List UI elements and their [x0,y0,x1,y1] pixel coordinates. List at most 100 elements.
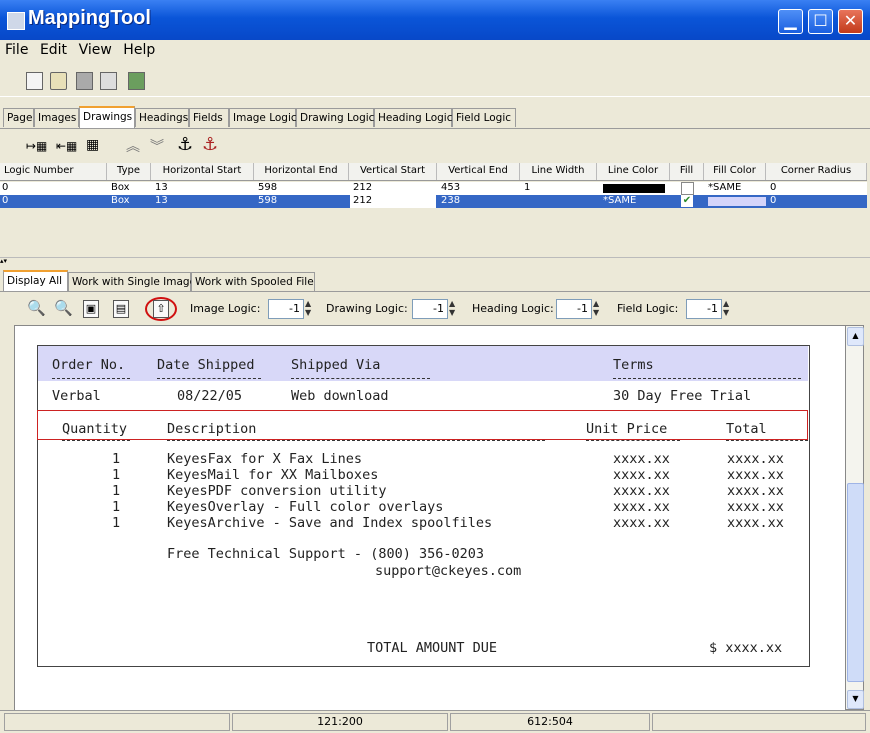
zoom-out-icon[interactable]: 🔍 [27,299,46,317]
col-vertical-end[interactable]: Vertical End [437,163,520,180]
tab-drawing-logic[interactable]: Drawing Logic [296,108,374,127]
vertical-scrollbar[interactable]: ▲ ▼ [845,325,864,710]
page-icon[interactable]: ▣ [83,300,99,318]
status-cell-left [4,713,230,731]
underline [167,440,545,441]
header-fill [38,346,808,381]
underline [586,440,680,441]
col-fill[interactable]: Fill [670,163,704,180]
document-viewport[interactable]: Order No. Date Shipped Shipped Via Terms… [14,325,846,712]
cell-vend[interactable]: 238 [441,195,460,207]
total-label: TOTAL AMOUNT DUE [367,640,498,656]
image-logic-arrows[interactable]: ▲ ▼ [305,299,314,319]
cell-vstart-editing[interactable]: 212 [350,195,436,208]
cell-fcolor[interactable]: *SAME [708,182,741,194]
cell-type[interactable]: Box [111,182,130,194]
field-logic-spinner[interactable]: -1 [686,299,722,319]
remove-anchor-icon[interactable]: ⚓ [202,134,218,155]
item-price: xxxx.xx [613,451,670,467]
col-horizontal-start[interactable]: Horizontal Start [151,163,254,180]
fill-checkbox[interactable] [681,182,694,195]
image-logic-spinner[interactable]: -1 [268,299,304,319]
menu-view[interactable]: View [76,40,115,60]
cell-hstart[interactable]: 13 [155,182,168,194]
col-corner-radius[interactable]: Corner Radius [766,163,867,180]
export-icon[interactable]: ⇧ [153,300,169,318]
move-up-icon[interactable]: ︽ [126,136,140,156]
help-icon[interactable] [128,72,145,90]
underline [726,440,808,441]
anchor-icon[interactable]: ⚓ [177,134,193,155]
table-row[interactable]: 0 Box 13 598 212 453 1 *SAME 0 [0,182,867,195]
title-bar[interactable]: MappingTool ▁ ☐ ✕ [0,0,870,40]
selected-drawing-box[interactable] [37,410,808,440]
close-button[interactable]: ✕ [838,9,863,34]
menu-edit[interactable]: Edit [37,40,70,60]
cell-lwidth[interactable]: 1 [524,182,530,194]
tab-headings[interactable]: Headings [135,108,189,127]
scroll-down-button[interactable]: ▼ [847,690,864,709]
tab-single-image[interactable]: Work with Single Image [68,272,196,291]
drawing-logic-arrows[interactable]: ▲ ▼ [449,299,458,319]
menu-file[interactable]: File [2,40,31,60]
heading-logic-spinner[interactable]: -1 [556,299,592,319]
scroll-up-button[interactable]: ▲ [847,327,864,346]
fill-checkbox-checked[interactable]: ✔ [681,195,693,207]
fill-color-swatch[interactable] [708,197,766,206]
col-quantity: Quantity [62,421,128,437]
cell-logic[interactable]: 0 [2,182,8,194]
cell-vstart[interactable]: 212 [353,182,372,194]
col-line-color[interactable]: Line Color [597,163,670,180]
tab-display-all[interactable]: Display All [3,270,68,292]
tab-fields[interactable]: Fields [189,108,229,127]
cell-lcolor[interactable]: *SAME [603,195,636,207]
new-file-icon[interactable] [26,72,43,90]
open-folder-icon[interactable] [50,72,67,90]
cell-vend[interactable]: 453 [441,182,460,194]
support-email: support@ckeyes.com [375,563,522,579]
col-horizontal-end[interactable]: Horizontal End [254,163,349,180]
move-down-icon[interactable]: ︾ [150,136,164,156]
window-title: MappingTool [28,7,151,29]
cell-hend[interactable]: 598 [258,182,277,194]
field-logic-arrows[interactable]: ▲ ▼ [723,299,732,319]
item-price: xxxx.xx [613,515,670,531]
col-type[interactable]: Type [107,163,151,180]
total-value: $ xxxx.xx [709,640,783,656]
col-fill-color[interactable]: Fill Color [704,163,766,180]
tab-field-logic[interactable]: Field Logic [452,108,516,127]
col-logic-number[interactable]: Logic Number [0,163,107,180]
line-color-swatch[interactable] [603,184,665,193]
cell-type[interactable]: Box [111,195,130,207]
cell-hend[interactable]: 598 [258,195,277,207]
cell-hstart[interactable]: 13 [155,195,168,207]
splitter[interactable]: ▴▾ [0,257,870,266]
insert-row-icon[interactable]: ↦▦ [26,139,47,153]
table-row-selected[interactable]: 0 Box 13 598 212 238 *SAME ✔ 0 [0,195,867,208]
menu-help[interactable]: Help [120,40,158,60]
tab-images[interactable]: Images [34,108,79,127]
delete-row-icon[interactable]: ▦ [86,137,99,153]
tab-drawings[interactable]: Drawings [79,106,135,128]
col-vertical-start[interactable]: Vertical Start [349,163,437,180]
save-as-icon[interactable] [100,72,117,90]
zoom-in-icon[interactable]: 🔍 [54,299,73,317]
menu-bar: File Edit View Help [0,40,870,62]
col-line-width[interactable]: Line Width [520,163,597,180]
page-fit-icon[interactable]: ▤ [113,300,129,318]
cell-logic[interactable]: 0 [2,195,8,207]
append-row-icon[interactable]: ⇤▦ [56,139,77,153]
cell-radius[interactable]: 0 [770,195,776,207]
heading-logic-arrows[interactable]: ▲ ▼ [593,299,602,319]
tab-spooled-file[interactable]: Work with Spooled File [191,272,315,291]
cell-radius[interactable]: 0 [770,182,776,194]
tab-page[interactable]: Page [3,108,34,127]
maximize-button[interactable]: ☐ [808,9,833,34]
tab-heading-logic[interactable]: Heading Logic [374,108,452,127]
scroll-thumb[interactable] [847,483,864,682]
minimize-button[interactable]: ▁ [778,9,803,34]
save-icon[interactable] [76,72,93,90]
tab-image-logic[interactable]: Image Logic [229,108,297,127]
item-total: xxxx.xx [727,467,784,483]
drawing-logic-spinner[interactable]: -1 [412,299,448,319]
